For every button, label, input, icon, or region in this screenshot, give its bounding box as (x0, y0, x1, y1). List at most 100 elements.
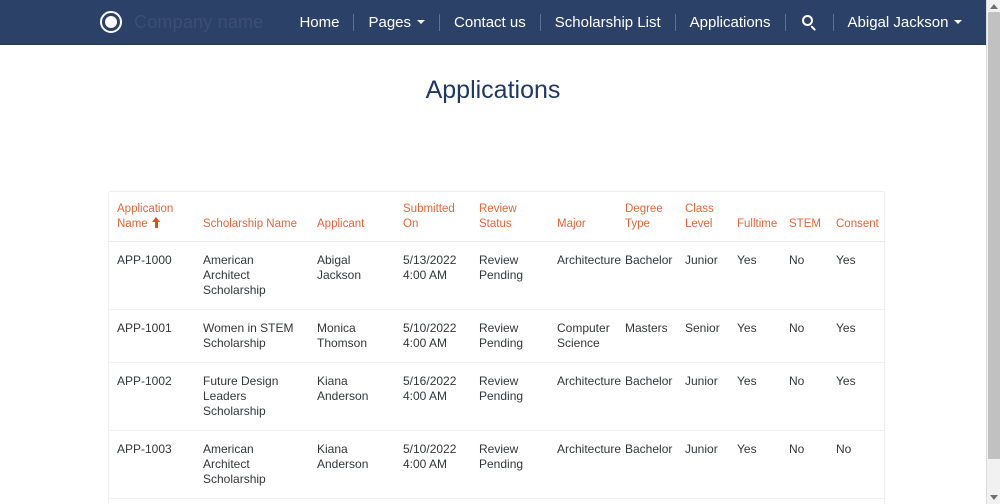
nav-item-contact-us-label: Contact us (454, 15, 526, 30)
nav-item-applications[interactable]: Applications (676, 15, 785, 30)
nav-item-applications-label: Applications (690, 15, 771, 30)
cell-submitted-on: 5/16/2022 4:00 AM (395, 499, 471, 504)
cell-consent: No (828, 431, 886, 499)
sort-ascending-arrow-icon (152, 217, 161, 228)
column-header-stem[interactable]: STEM (781, 192, 828, 242)
column-header-consent[interactable]: Consent (828, 192, 886, 242)
cell-major: Architecture (549, 431, 617, 499)
cell-review-status: Review Pending (471, 242, 549, 310)
table-row[interactable]: APP-1001 Women in STEM Scholarship Monic… (109, 310, 886, 363)
cell-consent: Yes (828, 310, 886, 363)
cell-review-status: Review Pending (471, 431, 549, 499)
cell-major: Computer Science (549, 310, 617, 363)
cell-application-name: APP-1003 (109, 431, 195, 499)
brand-logo-link[interactable]: Company name (98, 0, 263, 44)
cell-fulltime: Yes (729, 499, 781, 504)
brand-name-label: Company name (134, 12, 263, 33)
column-header-submitted-on[interactable]: Submitted On (395, 192, 471, 242)
table-row[interactable]: APP-1002 Future Design Leaders Scholarsh… (109, 363, 886, 431)
cell-applicant: Monica Thomson (309, 310, 395, 363)
nav-item-pages-label: Pages (368, 15, 411, 30)
cell-applicant: Kiana Anderson (309, 431, 395, 499)
scrollbar-thumb[interactable] (988, 12, 1000, 459)
cell-class-level: Senior (677, 310, 729, 363)
scrollbar-arrow-down-icon[interactable] (990, 495, 998, 500)
column-header-major[interactable]: Major (549, 192, 617, 242)
search-icon (802, 15, 817, 30)
cell-consent: Yes (828, 363, 886, 431)
nav-item-home-label: Home (299, 15, 339, 30)
cell-class-level: Junior (677, 431, 729, 499)
top-navigation-bar: Company name Home Pages Contact us Schol (0, 0, 986, 45)
applications-table-card: Application Name Scholarship Name Applic… (108, 191, 885, 504)
cell-fulltime: Yes (729, 431, 781, 499)
cell-review-status: Review Pending (471, 310, 549, 363)
cell-consent: Yes (828, 499, 886, 504)
cell-major: Architecture (549, 363, 617, 431)
cell-consent: Yes (828, 242, 886, 310)
cell-stem: No (781, 431, 828, 499)
nav-item-contact-us[interactable]: Contact us (440, 15, 540, 30)
column-header-application-name[interactable]: Application Name (109, 192, 195, 242)
table-body: APP-1000 American Architect Scholarship … (109, 242, 886, 504)
cell-degree-type: Bachelor (617, 431, 677, 499)
page-scrollbar[interactable] (986, 0, 1000, 504)
cell-stem: No (781, 242, 828, 310)
cell-review-status: Review Pending (471, 499, 549, 504)
cell-application-name: APP-1000 (109, 242, 195, 310)
cell-application-name: APP-1004 (109, 499, 195, 504)
cell-submitted-on: 5/10/2022 4:00 AM (395, 431, 471, 499)
cell-application-name: APP-1002 (109, 363, 195, 431)
nav-item-scholarship-list[interactable]: Scholarship List (541, 15, 675, 30)
cell-class-level: Junior (677, 363, 729, 431)
application-page: Company name Home Pages Contact us Schol (0, 0, 1000, 504)
cell-major: Architecture (549, 242, 617, 310)
table-row[interactable]: APP-1003 American Architect Scholarship … (109, 431, 886, 499)
cell-scholarship-name: American Architect Scholarship (195, 242, 309, 310)
cell-class-level: Junior (677, 499, 729, 504)
cell-fulltime: Yes (729, 242, 781, 310)
cell-scholarship-name: Future Design Leaders Scholarship (195, 363, 309, 431)
user-menu[interactable]: Abigal Jackson (834, 15, 977, 30)
nav-item-pages[interactable]: Pages (354, 15, 439, 30)
nav-item-home[interactable]: Home (285, 15, 353, 30)
cell-applicant: Abigal Jackson (309, 242, 395, 310)
table-row[interactable]: APP-1000 American Architect Scholarship … (109, 242, 886, 310)
chevron-down-icon (954, 20, 962, 24)
table-header: Application Name Scholarship Name Applic… (109, 192, 886, 242)
column-header-scholarship-name[interactable]: Scholarship Name (195, 192, 309, 242)
search-button[interactable] (786, 15, 833, 30)
column-header-fulltime[interactable]: Fulltime (729, 192, 781, 242)
cell-review-status: Review Pending (471, 363, 549, 431)
cell-stem: No (781, 310, 828, 363)
cell-applicant: Kiana Anderson (309, 363, 395, 431)
cell-scholarship-name: Women in STEM Scholarship (195, 310, 309, 363)
cell-class-level: Junior (677, 242, 729, 310)
cell-stem: No (781, 363, 828, 431)
cell-application-name: APP-1001 (109, 310, 195, 363)
column-header-review-status[interactable]: Review Status (471, 192, 549, 242)
cell-submitted-on: 5/13/2022 4:00 AM (395, 242, 471, 310)
applications-table: Application Name Scholarship Name Applic… (109, 192, 886, 504)
cell-fulltime: Yes (729, 310, 781, 363)
chevron-down-icon (417, 20, 425, 24)
scrollbar-arrow-up-icon[interactable] (990, 4, 998, 9)
column-header-applicant[interactable]: Applicant (309, 192, 395, 242)
cell-submitted-on: 5/16/2022 4:00 AM (395, 363, 471, 431)
nav-item-scholarship-list-label: Scholarship List (555, 15, 661, 30)
navbar-content: Company name Home Pages Contact us Schol (98, 0, 976, 44)
cell-stem: No (781, 499, 828, 504)
navbar-links: Home Pages Contact us Scholarship List (285, 14, 976, 31)
cell-major: Computer Science (549, 499, 617, 504)
cell-degree-type: Bachelor (617, 363, 677, 431)
column-header-degree-type[interactable]: Degree Type (617, 192, 677, 242)
cell-fulltime: Yes (729, 363, 781, 431)
cell-submitted-on: 5/10/2022 4:00 AM (395, 310, 471, 363)
table-header-row: Application Name Scholarship Name Applic… (109, 192, 886, 242)
column-header-class-level[interactable]: Class Level (677, 192, 729, 242)
cell-applicant: Monica Thomson (309, 499, 395, 504)
table-row[interactable]: APP-1004 Foreign Language Scholarship Mo… (109, 499, 886, 504)
cell-degree-type: Bachelor (617, 242, 677, 310)
column-header-application-name-label: Application Name (117, 203, 173, 230)
cell-degree-type: Bachelor (617, 499, 677, 504)
